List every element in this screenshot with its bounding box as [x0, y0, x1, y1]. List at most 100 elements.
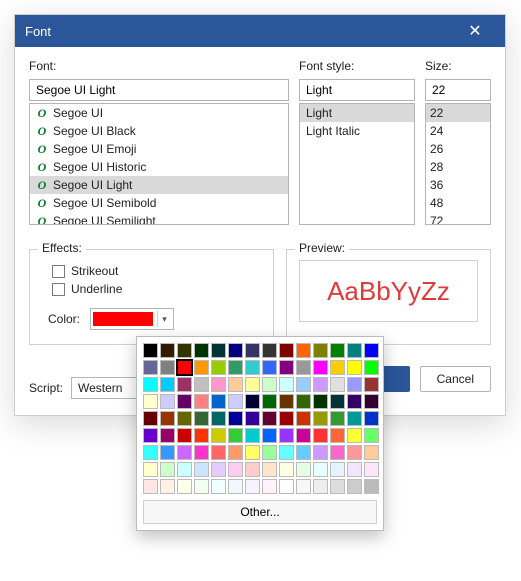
color-cell[interactable]	[228, 394, 243, 409]
color-cell[interactable]	[313, 428, 328, 443]
color-grid[interactable]	[143, 343, 377, 494]
color-cell[interactable]	[245, 360, 260, 375]
color-cell[interactable]	[313, 445, 328, 460]
color-cell[interactable]	[296, 343, 311, 358]
color-cell[interactable]	[160, 462, 175, 477]
color-cell[interactable]	[364, 343, 379, 358]
color-cell[interactable]	[160, 394, 175, 409]
color-cell[interactable]	[279, 360, 294, 375]
color-cell[interactable]	[296, 377, 311, 392]
color-cell[interactable]	[177, 377, 192, 392]
color-cell[interactable]	[245, 411, 260, 426]
size-listbox[interactable]: 22242628364872	[425, 103, 491, 225]
color-cell[interactable]	[143, 428, 158, 443]
color-cell[interactable]	[143, 377, 158, 392]
color-cell[interactable]	[279, 445, 294, 460]
color-cell[interactable]	[364, 411, 379, 426]
color-cell[interactable]	[364, 445, 379, 460]
color-cell[interactable]	[330, 411, 345, 426]
color-cell[interactable]	[228, 360, 243, 375]
list-item[interactable]: Light	[300, 104, 414, 122]
color-cell[interactable]	[143, 462, 158, 477]
color-cell[interactable]	[211, 462, 226, 477]
color-cell[interactable]	[279, 394, 294, 409]
color-cell[interactable]	[262, 394, 277, 409]
color-cell[interactable]	[364, 394, 379, 409]
color-cell[interactable]	[347, 428, 362, 443]
color-cell[interactable]	[330, 462, 345, 477]
list-item[interactable]: OSegoe UI Semilight	[30, 212, 288, 225]
underline-checkbox[interactable]: Underline	[52, 282, 261, 296]
color-cell[interactable]	[245, 479, 260, 494]
color-cell[interactable]	[194, 462, 209, 477]
color-cell[interactable]	[245, 445, 260, 460]
list-item[interactable]: OSegoe UI Emoji	[30, 140, 288, 158]
close-button[interactable]: ✕	[455, 15, 495, 47]
color-cell[interactable]	[296, 445, 311, 460]
color-cell[interactable]	[347, 394, 362, 409]
style-input[interactable]	[299, 79, 415, 101]
color-cell[interactable]	[228, 377, 243, 392]
color-cell[interactable]	[160, 428, 175, 443]
color-cell[interactable]	[296, 394, 311, 409]
color-cell[interactable]	[143, 360, 158, 375]
color-cell[interactable]	[194, 377, 209, 392]
strikeout-checkbox[interactable]: Strikeout	[52, 264, 261, 278]
color-cell[interactable]	[177, 411, 192, 426]
other-color-button[interactable]: Other...	[143, 500, 377, 524]
color-cell[interactable]	[143, 343, 158, 358]
color-cell[interactable]	[347, 360, 362, 375]
color-cell[interactable]	[211, 411, 226, 426]
color-cell[interactable]	[262, 343, 277, 358]
color-cell[interactable]	[160, 411, 175, 426]
color-cell[interactable]	[262, 411, 277, 426]
color-cell[interactable]	[143, 445, 158, 460]
color-cell[interactable]	[364, 428, 379, 443]
color-cell[interactable]	[296, 360, 311, 375]
color-cell[interactable]	[228, 428, 243, 443]
color-cell[interactable]	[194, 360, 209, 375]
color-cell[interactable]	[194, 428, 209, 443]
list-item[interactable]: OSegoe UI Semibold	[30, 194, 288, 212]
color-cell[interactable]	[364, 377, 379, 392]
color-cell[interactable]	[262, 377, 277, 392]
color-cell[interactable]	[211, 377, 226, 392]
color-cell[interactable]	[296, 411, 311, 426]
list-item[interactable]: OSegoe UI Light	[30, 176, 288, 194]
color-cell[interactable]	[211, 428, 226, 443]
list-item[interactable]: 28	[426, 158, 490, 176]
color-cell[interactable]	[296, 428, 311, 443]
color-cell[interactable]	[330, 343, 345, 358]
font-input[interactable]	[29, 79, 289, 101]
color-cell[interactable]	[143, 479, 158, 494]
list-item[interactable]: 24	[426, 122, 490, 140]
color-cell[interactable]	[279, 411, 294, 426]
color-cell[interactable]	[194, 479, 209, 494]
color-cell[interactable]	[245, 462, 260, 477]
color-cell[interactable]	[313, 360, 328, 375]
color-cell[interactable]	[330, 445, 345, 460]
color-cell[interactable]	[143, 411, 158, 426]
font-listbox[interactable]: OSegoe UIOSegoe UI BlackOSegoe UI EmojiO…	[29, 103, 289, 225]
style-listbox[interactable]: LightLight Italic	[299, 103, 415, 225]
color-cell[interactable]	[177, 462, 192, 477]
color-cell[interactable]	[245, 394, 260, 409]
color-cell[interactable]	[347, 411, 362, 426]
color-cell[interactable]	[347, 479, 362, 494]
color-cell[interactable]	[296, 479, 311, 494]
color-cell[interactable]	[245, 428, 260, 443]
color-cell[interactable]	[228, 411, 243, 426]
color-cell[interactable]	[160, 360, 175, 375]
color-cell[interactable]	[194, 411, 209, 426]
list-item[interactable]: 72	[426, 212, 490, 225]
color-cell[interactable]	[279, 428, 294, 443]
color-cell[interactable]	[347, 343, 362, 358]
color-cell[interactable]	[330, 360, 345, 375]
color-cell[interactable]	[364, 360, 379, 375]
color-cell[interactable]	[364, 479, 379, 494]
color-cell[interactable]	[228, 445, 243, 460]
color-cell[interactable]	[279, 479, 294, 494]
list-item[interactable]: Light Italic	[300, 122, 414, 140]
list-item[interactable]: 48	[426, 194, 490, 212]
color-cell[interactable]	[313, 343, 328, 358]
